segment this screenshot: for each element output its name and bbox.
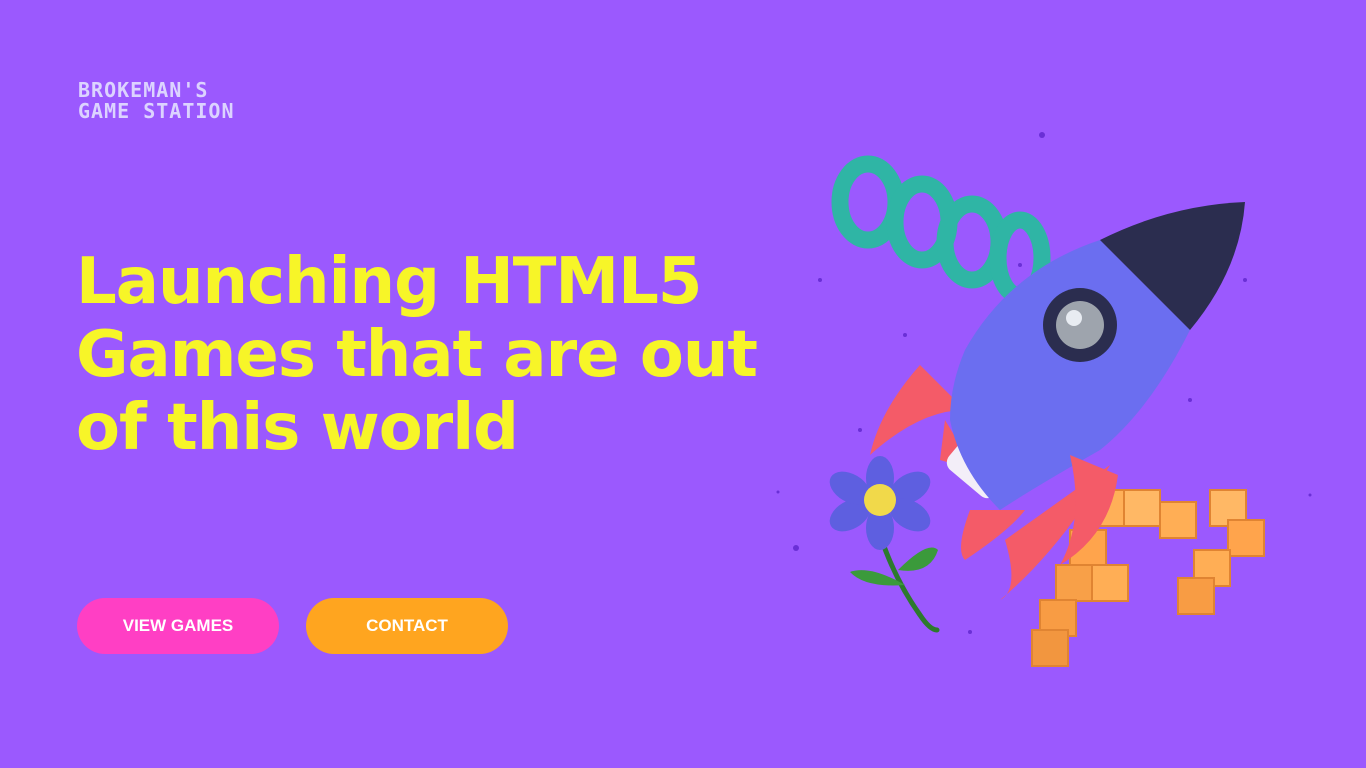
headline-line-1: Launching HTML5 bbox=[76, 245, 702, 319]
headline-line-3: of this world bbox=[76, 391, 519, 465]
contact-button[interactable]: CONTACT bbox=[306, 598, 508, 654]
headline-line-2: Games that are out bbox=[76, 318, 758, 392]
flower-icon bbox=[829, 456, 940, 633]
logo-line-1: BROKEMAN'S bbox=[78, 78, 209, 102]
view-games-button[interactable]: VIEW GAMES bbox=[77, 598, 279, 654]
logo-line-2: GAME STATION bbox=[78, 99, 235, 123]
hero-illustration bbox=[776, 132, 1312, 667]
spring-coil-icon bbox=[831, 155, 1051, 305]
site-logo[interactable]: BROKEMAN'S GAME STATION bbox=[78, 80, 235, 122]
hero-headline: Launching HTML5 Games that are out of th… bbox=[76, 246, 776, 465]
